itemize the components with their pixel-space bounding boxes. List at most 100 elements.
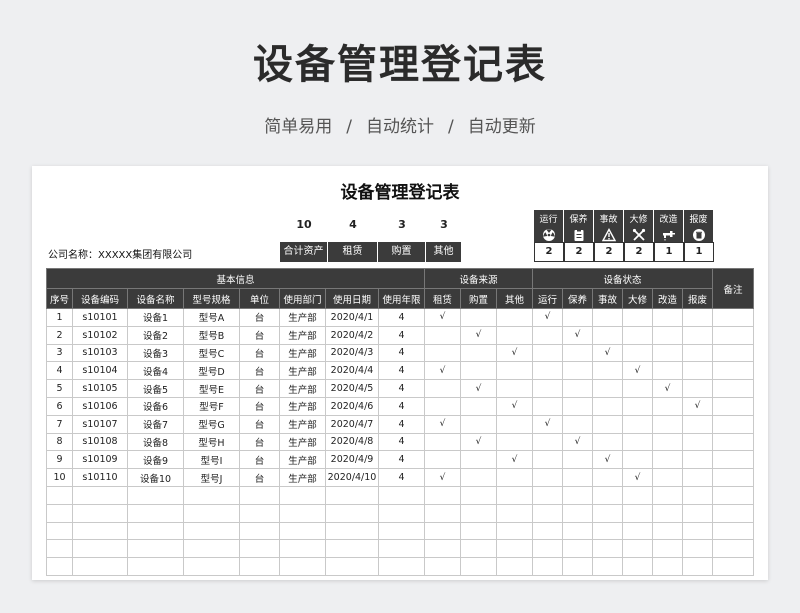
table-cell [592, 414, 624, 434]
table-cell [712, 379, 755, 398]
table-cell: 台 [239, 468, 280, 487]
table-cell [239, 539, 280, 559]
table-cell [532, 325, 564, 345]
status-summary-header: 事故 [594, 210, 624, 242]
table-cell [562, 379, 594, 398]
table-cell: 台 [239, 325, 280, 345]
table-cell: 型号A [183, 308, 240, 327]
table-cell: 生产部 [279, 361, 326, 381]
column-header: 运行 [532, 288, 564, 309]
table-cell [239, 503, 280, 523]
table-cell [682, 485, 714, 505]
table-cell [460, 396, 498, 416]
table-cell [532, 379, 564, 398]
table-cell [622, 379, 654, 398]
table-cell [532, 468, 564, 487]
subtitle-separator: / [448, 117, 454, 137]
table-cell [460, 485, 498, 505]
table-cell [652, 308, 684, 327]
spreadsheet-card: 设备管理登记表 公司名称：XXXXX集团有限公司 10 合计资产 4 租赁 3 购置 3 其他… [32, 166, 768, 580]
table-row: 3 s10103 设备3 型号C 台生产部 2020/4/3 4 √ √ [46, 343, 755, 363]
table-cell [377, 521, 426, 541]
table-cell [592, 379, 624, 398]
table-cell: s10104 [72, 361, 128, 381]
table-cell: s10103 [72, 343, 128, 363]
table-cell [279, 485, 326, 505]
table-cell [592, 432, 624, 452]
table-cell [183, 521, 240, 541]
table-cell: 2020/4/10 [325, 468, 379, 487]
table-cell: 生产部 [279, 379, 326, 398]
table-cell [622, 396, 654, 416]
table-cell [496, 485, 534, 505]
table-cell: 型号D [183, 361, 240, 381]
table-cell [46, 557, 73, 576]
table-cell: √ [496, 343, 534, 363]
table-cell: 设备7 [127, 414, 184, 434]
radiation-icon [542, 227, 556, 241]
table-cell: 设备8 [127, 432, 184, 452]
table-cell: √ [532, 308, 564, 327]
table-cell: 型号H [183, 432, 240, 452]
table-row: 4 s10104 设备4 型号D 台生产部 2020/4/4 4 √ √ [46, 361, 755, 381]
table-row: 8 s10108 设备8 型号H 台生产部 2020/4/8 4 √ √ [46, 432, 755, 452]
table-cell [424, 557, 462, 576]
table-cell [622, 414, 654, 434]
table-cell: 4 [377, 414, 426, 434]
table-cell [46, 503, 73, 523]
table-cell [496, 503, 534, 523]
table-cell [532, 343, 564, 363]
table-cell [562, 468, 594, 487]
table-cell: 4 [377, 450, 426, 470]
table-cell: 台 [239, 308, 280, 327]
table-cell [652, 468, 684, 487]
table-cell: 台 [239, 343, 280, 363]
table-cell: 2020/4/2 [325, 325, 379, 345]
table-cell: 10 [46, 468, 73, 487]
table-cell: 2020/4/3 [325, 343, 379, 363]
table-cell [682, 468, 714, 487]
table-cell [532, 485, 564, 505]
table-cell [652, 325, 684, 345]
status-summary-label: 保养 [569, 215, 588, 225]
table-cell [592, 539, 624, 559]
table-cell [682, 361, 714, 381]
table-row: 6 s10106 设备6 型号F 台生产部 2020/4/6 4 √ √ [46, 396, 755, 416]
table-cell [532, 361, 564, 381]
table-cell: 生产部 [279, 325, 326, 345]
table-cell [562, 539, 594, 559]
table-cell: 2020/4/7 [325, 414, 379, 434]
table-cell: 生产部 [279, 468, 326, 487]
column-header: 大修 [622, 288, 654, 309]
table-cell: √ [622, 361, 654, 381]
table-cell [239, 557, 280, 576]
table-cell: 4 [377, 468, 426, 487]
table-cell [712, 539, 755, 559]
table-cell [127, 521, 184, 541]
source-summary-label: 购置 [378, 242, 426, 262]
table-cell [325, 503, 379, 523]
status-summary-label: 改造 [659, 215, 678, 225]
table-cell [127, 503, 184, 523]
table-cell [325, 521, 379, 541]
table-cell [592, 557, 624, 576]
table-cell: 型号B [183, 325, 240, 345]
status-summary-count: 2 [564, 242, 594, 262]
column-header: 设备编码 [72, 288, 128, 309]
table-cell [562, 503, 594, 523]
table-cell [592, 468, 624, 487]
table-cell [622, 485, 654, 505]
status-summary-count: 2 [534, 242, 564, 262]
table-cell [460, 361, 498, 381]
table-cell: 6 [46, 396, 73, 416]
table-cell [325, 557, 379, 576]
table-cell: √ [532, 414, 564, 434]
table-cell: 2020/4/1 [325, 308, 379, 327]
table-cell [72, 485, 128, 505]
status-summary-label: 事故 [599, 215, 618, 225]
table-cell [622, 325, 654, 345]
table-cell: 9 [46, 450, 73, 470]
table-cell: 生产部 [279, 308, 326, 327]
table-cell: 设备6 [127, 396, 184, 416]
table-cell [532, 503, 564, 523]
